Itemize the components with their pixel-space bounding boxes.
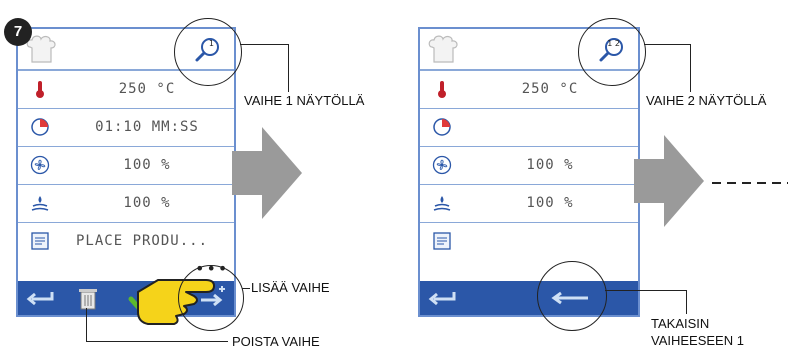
info-icon — [31, 232, 49, 250]
callout-circle-step2 — [578, 18, 646, 86]
step-badge: 7 — [4, 18, 32, 46]
note-row[interactable] — [420, 223, 638, 260]
humidity-value: 100 % — [123, 195, 171, 211]
thermometer-icon — [36, 81, 44, 98]
thermometer-icon — [438, 81, 446, 98]
info-icon — [433, 232, 451, 250]
fan-icon — [432, 155, 452, 175]
fan-row[interactable]: 100 % — [420, 147, 638, 185]
humidity-icon — [433, 196, 451, 211]
time-row[interactable]: 01:10 MM:SS — [18, 109, 234, 147]
note-row[interactable]: PLACE PRODU... — [18, 223, 234, 260]
callout-step1-label: VAIHE 1 NÄYTÖLLÄ — [244, 93, 365, 108]
callout-delete-step-label: POISTA VAIHE — [232, 334, 320, 349]
humidity-row[interactable]: 100 % — [18, 185, 234, 223]
return-icon[interactable] — [26, 289, 56, 307]
callout-circle-add — [178, 265, 244, 331]
time-value — [462, 109, 638, 146]
humidity-row[interactable]: 100 % — [420, 185, 638, 223]
time-row[interactable] — [420, 109, 638, 147]
humidity-icon — [31, 196, 49, 211]
note-value — [462, 223, 638, 260]
fan-row[interactable]: 100 % — [18, 147, 234, 185]
callout-add-step-label: LISÄÄ VAIHE — [251, 280, 330, 295]
fan-icon — [30, 155, 50, 175]
callout-circle-back — [537, 261, 607, 331]
trash-icon[interactable] — [78, 286, 98, 310]
timer-icon — [433, 118, 451, 136]
callout-circle-step1 — [174, 18, 242, 86]
big-arrow-2 — [634, 135, 704, 227]
continuation-dashes — [712, 182, 788, 184]
big-arrow-1 — [232, 127, 302, 219]
callout-back-label-1: TAKAISIN — [651, 316, 710, 331]
callout-back-label-2: VAIHEESEEN 1 — [651, 333, 744, 348]
return-icon[interactable] — [428, 289, 458, 307]
time-value: 01:10 MM:SS — [95, 119, 199, 135]
note-value: PLACE PRODU... — [76, 233, 209, 249]
fan-value: 100 % — [123, 157, 171, 173]
timer-icon — [31, 118, 49, 136]
fan-value: 100 % — [526, 157, 574, 173]
humidity-value: 100 % — [526, 195, 574, 211]
callout-step2-label: VAIHE 2 NÄYTÖLLÄ — [646, 93, 767, 108]
chef-hat-icon[interactable] — [426, 35, 460, 65]
